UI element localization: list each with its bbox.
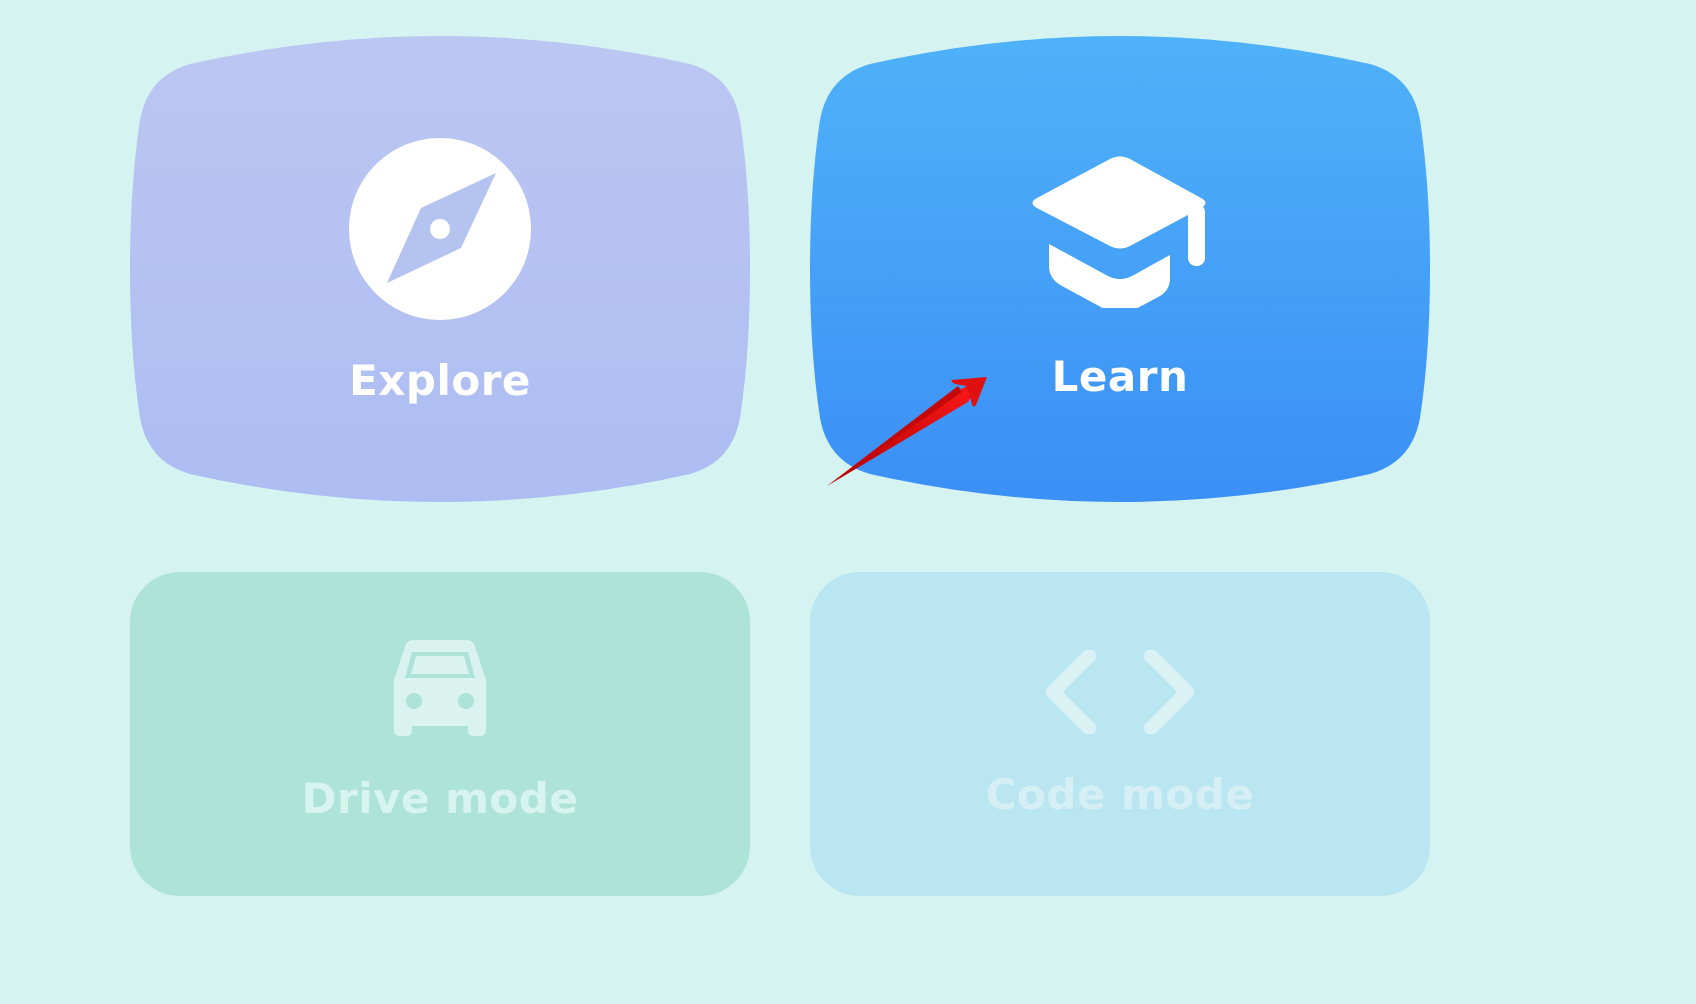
mode-selection-screen: Explore Learn Drive mode Code mode [0,0,1696,1004]
learn-label: Learn [1051,352,1189,401]
code-mode-label: Code mode [985,770,1255,819]
explore-tile[interactable]: Explore [130,36,750,502]
code-mode-tile[interactable]: Code mode [810,572,1430,896]
learn-tile[interactable]: Learn [810,36,1430,502]
car-icon [394,640,486,736]
graduation-cap-icon [1032,156,1206,308]
compass-icon [349,138,531,320]
drive-mode-tile[interactable]: Drive mode [130,572,750,896]
drive-mode-label: Drive mode [301,774,579,823]
code-brackets-icon [1046,650,1194,734]
explore-label: Explore [349,356,531,405]
